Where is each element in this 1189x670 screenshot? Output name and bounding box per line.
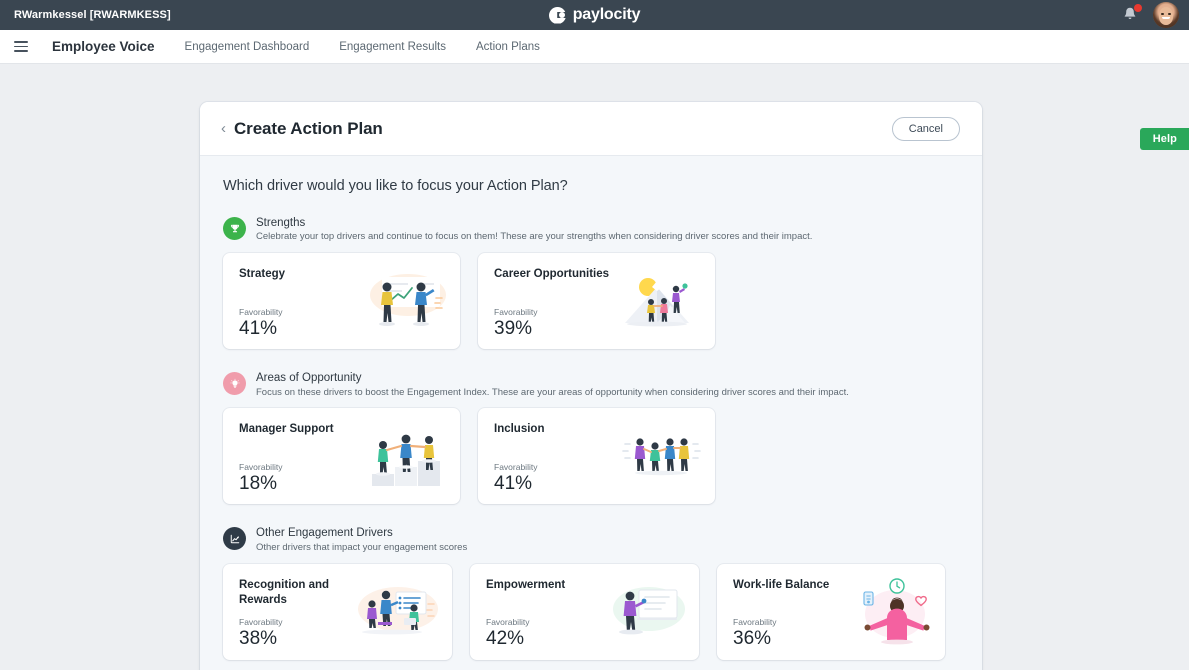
nav-link-engagement-dashboard[interactable]: Engagement Dashboard bbox=[185, 41, 310, 53]
driver-value: 18% bbox=[239, 473, 278, 495]
nav-links: Engagement Dashboard Engagement Results … bbox=[185, 41, 540, 53]
driver-title: Career Opportunities bbox=[494, 268, 610, 281]
driver-card-strategy[interactable]: Strategy Favorability 41% bbox=[223, 253, 460, 350]
section-header: Areas of Opportunity Focus on these driv… bbox=[223, 371, 959, 399]
section-header: Other Engagement Drivers Other drivers t… bbox=[223, 526, 959, 554]
section-title: Strengths bbox=[256, 217, 306, 229]
section-title: Areas of Opportunity bbox=[256, 372, 362, 385]
notification-badge bbox=[1134, 4, 1142, 12]
driver-card-inclusion[interactable]: Inclusion Favorability 41% bbox=[478, 408, 715, 505]
notifications-button[interactable] bbox=[1121, 4, 1142, 25]
driver-title: Empowerment bbox=[486, 578, 566, 591]
driver-title: Inclusion bbox=[494, 423, 545, 436]
lightbulb-icon bbox=[223, 372, 246, 396]
cancel-button[interactable]: Cancel bbox=[891, 116, 960, 141]
driver-value: 36% bbox=[733, 628, 772, 650]
driver-title: Manager Support bbox=[239, 423, 334, 436]
page-title: Employee Voice bbox=[52, 39, 155, 54]
top-bar: RWarmkessel [RWARMKESS] paylocity bbox=[0, 0, 1189, 30]
card-body: Which driver would you like to focus you… bbox=[200, 156, 982, 670]
section-header: Strengths Celebrate your top drivers and… bbox=[223, 216, 959, 244]
section-strengths: Strengths Celebrate your top drivers and… bbox=[223, 216, 959, 350]
section-title: Other Engagement Drivers bbox=[256, 527, 393, 540]
driver-cards-row: Strategy Favorability 41% Career Opportu… bbox=[223, 253, 959, 350]
line-chart-icon bbox=[223, 527, 246, 551]
driver-metric-label: Favorability bbox=[733, 617, 777, 628]
driver-cards-row: Manager Support Favorability 18% Inclusi… bbox=[223, 408, 959, 505]
driver-value: 41% bbox=[239, 317, 278, 339]
card-title: Create Action Plan bbox=[234, 118, 383, 138]
section-other-engagement-drivers: Other Engagement Drivers Other drivers t… bbox=[223, 526, 959, 660]
driver-metric-label: Favorability bbox=[239, 462, 283, 473]
driver-title: Work-life Balance bbox=[733, 578, 830, 591]
driver-value: 38% bbox=[239, 628, 278, 650]
page-content: Help ‹ Create Action Plan Cancel Which d… bbox=[0, 64, 1189, 670]
driver-card-work-life-balance[interactable]: Work-life Balance Favorability 36% bbox=[717, 563, 945, 660]
driver-value: 41% bbox=[494, 473, 533, 495]
driver-title: Strategy bbox=[239, 268, 286, 281]
create-action-plan-card: ‹ Create Action Plan Cancel Which driver… bbox=[200, 102, 982, 670]
driver-card-recognition-and-rewards[interactable]: Recognition and Rewards Favorability 38% bbox=[223, 563, 452, 660]
brand-name: paylocity bbox=[572, 6, 641, 23]
main-navigation: Employee Voice Engagement Dashboard Enga… bbox=[0, 30, 1189, 64]
driver-metric-label: Favorability bbox=[486, 617, 530, 628]
nav-link-action-plans[interactable]: Action Plans bbox=[476, 41, 540, 53]
section-areas-of-opportunity: Areas of Opportunity Focus on these driv… bbox=[223, 371, 959, 505]
nav-link-engagement-results[interactable]: Engagement Results bbox=[339, 41, 446, 53]
driver-cards-row: Recognition and Rewards Favorability 38% bbox=[223, 563, 959, 660]
driver-card-career-opportunities[interactable]: Career Opportunities Favorability 39% bbox=[478, 253, 715, 350]
help-button[interactable]: Help bbox=[1139, 128, 1189, 150]
section-description: Focus on these drivers to boost the Enga… bbox=[256, 386, 849, 398]
section-description: Celebrate your top drivers and continue … bbox=[256, 231, 813, 243]
hamburger-menu-icon[interactable] bbox=[8, 34, 34, 60]
card-header: ‹ Create Action Plan Cancel bbox=[200, 102, 982, 156]
driver-question: Which driver would you like to focus you… bbox=[223, 178, 568, 194]
driver-value: 39% bbox=[494, 317, 533, 339]
driver-metric-label: Favorability bbox=[494, 462, 538, 473]
paylocity-brand: paylocity bbox=[0, 0, 1189, 30]
driver-metric-label: Favorability bbox=[494, 306, 538, 317]
section-description: Other drivers that impact your engagemen… bbox=[256, 541, 468, 553]
driver-card-manager-support[interactable]: Manager Support Favorability 18% bbox=[223, 408, 460, 505]
avatar[interactable] bbox=[1153, 2, 1179, 28]
driver-metric-label: Favorability bbox=[239, 617, 283, 628]
trophy-icon bbox=[223, 217, 246, 240]
current-user-label: RWarmkessel [RWARMKESS] bbox=[14, 9, 171, 21]
driver-value: 42% bbox=[486, 628, 525, 650]
driver-title: Recognition and Rewards bbox=[239, 578, 330, 606]
paylocity-logo-icon bbox=[548, 6, 566, 24]
driver-metric-label: Favorability bbox=[239, 306, 283, 317]
chevron-left-icon[interactable]: ‹ bbox=[217, 121, 234, 136]
driver-card-empowerment[interactable]: Empowerment Favorability 42% bbox=[470, 563, 699, 660]
